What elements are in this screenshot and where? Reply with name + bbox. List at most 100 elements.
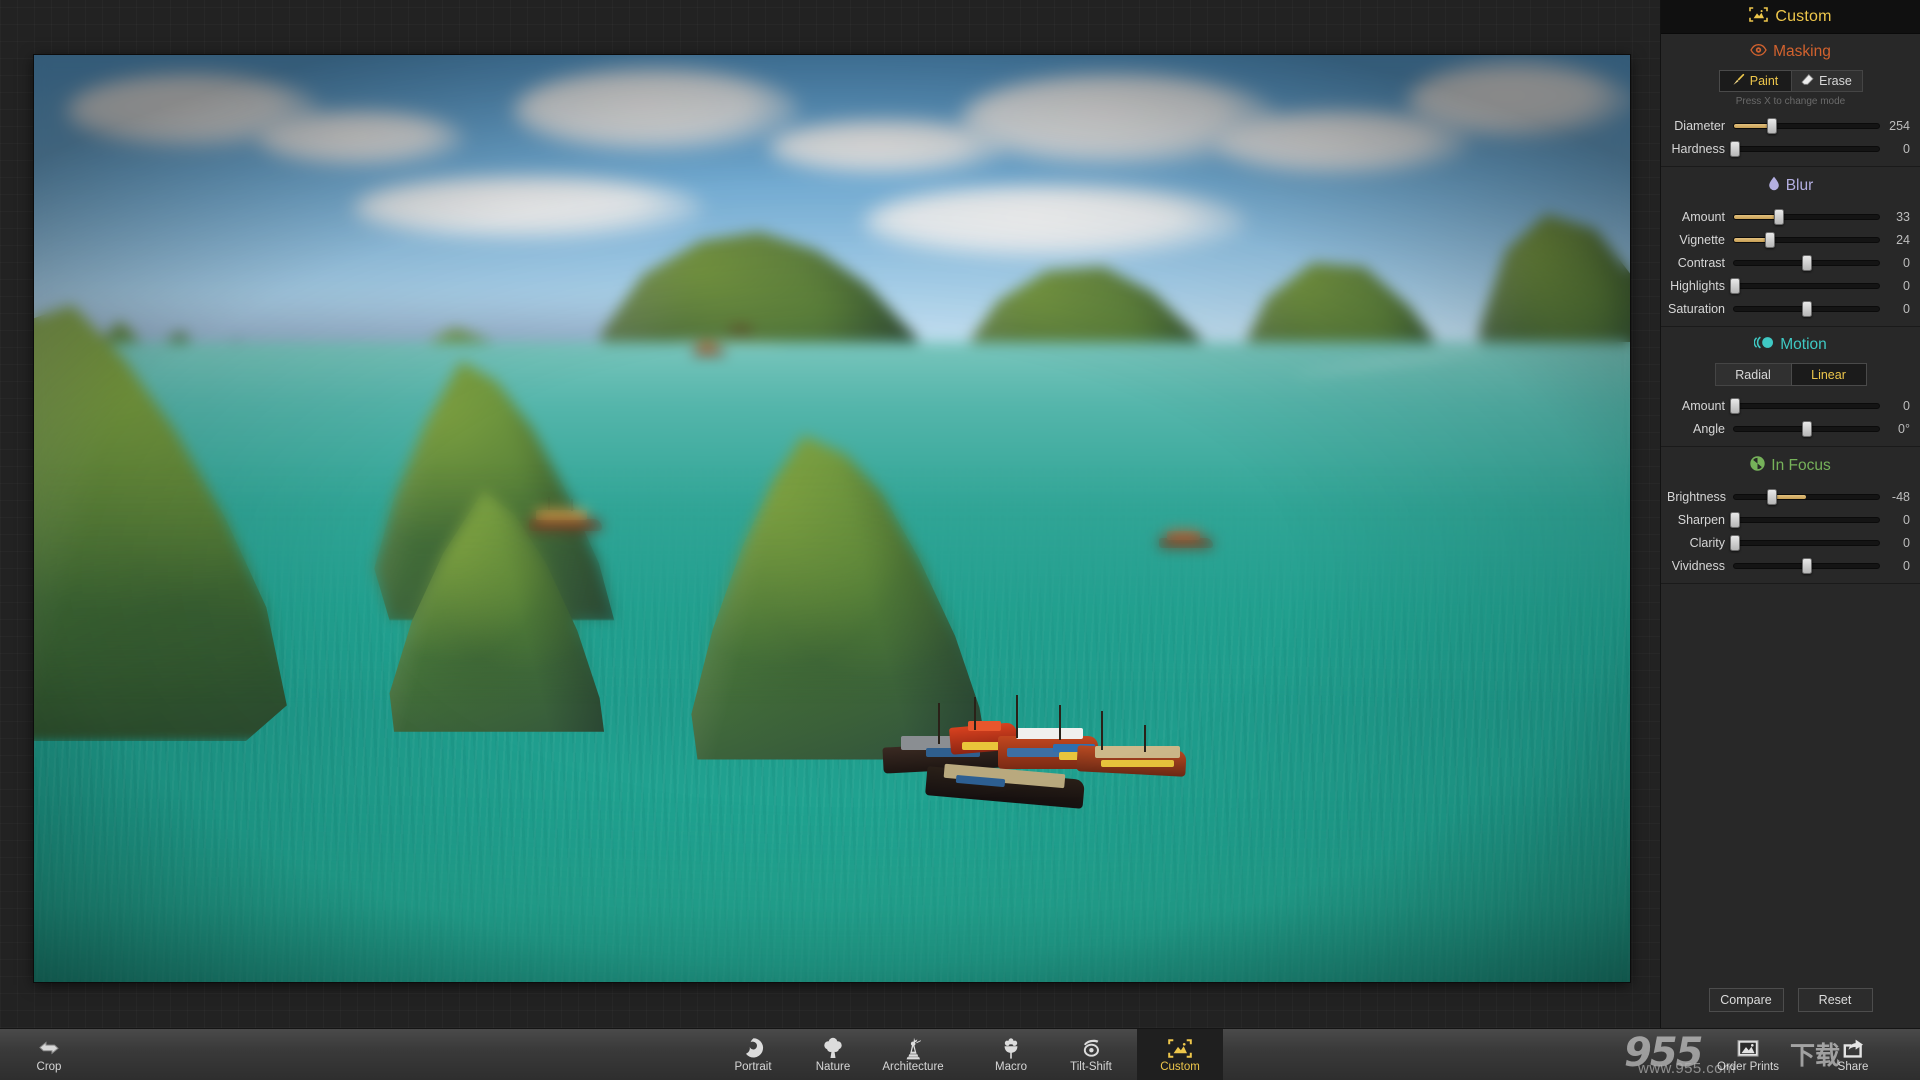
section-title-masking: Masking: [1661, 43, 1920, 61]
paint-mode-button[interactable]: Paint: [1719, 70, 1791, 92]
slider-label: Brightness: [1667, 490, 1733, 504]
slider-sharpen[interactable]: Sharpen 0: [1661, 508, 1920, 531]
slider-value: 0: [1880, 142, 1910, 156]
slider-track[interactable]: [1733, 283, 1880, 289]
paint-label: Paint: [1750, 74, 1779, 88]
compare-button[interactable]: Compare: [1709, 988, 1784, 1012]
cloud: [1407, 64, 1630, 138]
slider-handle[interactable]: [1802, 421, 1812, 437]
preset-tilt-shift[interactable]: Tilt-Shift: [1048, 1029, 1134, 1080]
slider-motion-amount[interactable]: Amount 0: [1661, 394, 1920, 417]
slider-handle[interactable]: [1730, 512, 1740, 528]
slider-handle[interactable]: [1774, 209, 1784, 225]
linear-mode-button[interactable]: Linear: [1791, 363, 1867, 386]
slider-label: Contrast: [1667, 256, 1733, 270]
slider-track[interactable]: [1733, 146, 1880, 152]
slider-handle[interactable]: [1802, 558, 1812, 574]
aperture-icon: [1750, 456, 1765, 476]
slider-track[interactable]: [1733, 403, 1880, 409]
boat-medium: [529, 509, 602, 530]
preset-portrait[interactable]: Portrait: [710, 1029, 796, 1080]
slider-brightness[interactable]: Brightness -48: [1661, 485, 1920, 508]
cloud: [353, 176, 704, 241]
erase-label: Erase: [1819, 74, 1852, 88]
slider-blur-highlights[interactable]: Highlights 0: [1661, 274, 1920, 297]
slider-blur-saturation[interactable]: Saturation 0: [1661, 297, 1920, 320]
crop-button[interactable]: Crop: [6, 1029, 92, 1080]
mask-mode-hint: Press X to change mode: [1661, 96, 1920, 107]
slider-track[interactable]: [1733, 494, 1880, 500]
slider-vividness[interactable]: Vividness 0: [1661, 554, 1920, 577]
slider-motion-angle[interactable]: Angle 0°: [1661, 417, 1920, 440]
slider-track[interactable]: [1733, 260, 1880, 266]
slider-handle[interactable]: [1802, 255, 1812, 271]
slider-label: Hardness: [1667, 142, 1733, 156]
photo-frame-icon: [1168, 1037, 1192, 1059]
preset-label: Nature: [816, 1061, 851, 1073]
slider-label: Highlights: [1667, 279, 1733, 293]
slider-blur-amount[interactable]: Amount 33: [1661, 205, 1920, 228]
slider-value: -48: [1880, 490, 1910, 504]
slider-handle[interactable]: [1765, 232, 1775, 248]
slider-track[interactable]: [1733, 123, 1880, 129]
boat-small: [1159, 531, 1213, 548]
slider-label: Angle: [1667, 422, 1733, 436]
slider-diameter[interactable]: Diameter 254: [1661, 114, 1920, 137]
slider-track[interactable]: [1733, 426, 1880, 432]
cloud: [257, 111, 464, 167]
slider-fill: [1772, 495, 1807, 499]
adjustments-panel: Custom Masking: [1660, 0, 1920, 1028]
slider-hardness[interactable]: Hardness 0: [1661, 137, 1920, 160]
slider-track[interactable]: [1733, 563, 1880, 569]
photo-frame-icon: [1749, 7, 1768, 27]
motion-icon: [1754, 336, 1774, 354]
preset-nature[interactable]: Nature: [790, 1029, 876, 1080]
erase-mode-button[interactable]: Erase: [1791, 70, 1863, 92]
eraser-icon: [1801, 73, 1814, 89]
slider-value: 0°: [1880, 422, 1910, 436]
preset-custom[interactable]: Custom: [1137, 1029, 1223, 1080]
slider-handle[interactable]: [1767, 118, 1777, 134]
slider-track[interactable]: [1733, 306, 1880, 312]
preset-macro[interactable]: Macro: [968, 1029, 1054, 1080]
boat-cluster: [883, 719, 1186, 816]
slider-label: Vividness: [1667, 559, 1733, 573]
slider-label: Diameter: [1667, 119, 1733, 133]
section-label: In Focus: [1771, 457, 1830, 475]
slider-handle[interactable]: [1802, 301, 1812, 317]
section-in-focus: In Focus Brightness -48 Sharpen 0 Clarit…: [1661, 447, 1920, 584]
slider-value: 0: [1880, 256, 1910, 270]
slider-handle[interactable]: [1730, 398, 1740, 414]
section-title-motion: Motion: [1661, 336, 1920, 354]
slider-value: 0: [1880, 279, 1910, 293]
slider-label: Sharpen: [1667, 513, 1733, 527]
slider-value: 0: [1880, 536, 1910, 550]
watermark-number: 955: [1624, 1030, 1702, 1076]
slider-track[interactable]: [1733, 540, 1880, 546]
slider-blur-contrast[interactable]: Contrast 0: [1661, 251, 1920, 274]
slider-label: Amount: [1667, 399, 1733, 413]
portrait-icon: [742, 1037, 765, 1059]
radial-mode-button[interactable]: Radial: [1715, 363, 1791, 386]
slider-handle[interactable]: [1767, 489, 1777, 505]
bottom-toolbar: Crop Portrait Nature: [0, 1028, 1920, 1080]
order-prints-button[interactable]: Order Prints: [1705, 1029, 1791, 1080]
preset-label: Tilt-Shift: [1070, 1061, 1112, 1073]
image-canvas[interactable]: [34, 55, 1630, 982]
share-button[interactable]: Share: [1810, 1029, 1896, 1080]
cloud: [513, 69, 800, 152]
preset-architecture[interactable]: Architecture: [870, 1029, 956, 1080]
slider-track[interactable]: [1733, 214, 1880, 220]
slider-blur-vignette[interactable]: Vignette 24: [1661, 228, 1920, 251]
slider-handle[interactable]: [1730, 535, 1740, 551]
droplet-icon: [1768, 176, 1780, 196]
reset-button[interactable]: Reset: [1798, 988, 1873, 1012]
slider-handle[interactable]: [1730, 278, 1740, 294]
slider-track[interactable]: [1733, 237, 1880, 243]
section-motion: Motion Radial Linear Amount 0 Angle: [1661, 327, 1920, 447]
slider-value: 24: [1880, 233, 1910, 247]
slider-handle[interactable]: [1730, 141, 1740, 157]
slider-label: Vignette: [1667, 233, 1733, 247]
slider-clarity[interactable]: Clarity 0: [1661, 531, 1920, 554]
slider-track[interactable]: [1733, 517, 1880, 523]
